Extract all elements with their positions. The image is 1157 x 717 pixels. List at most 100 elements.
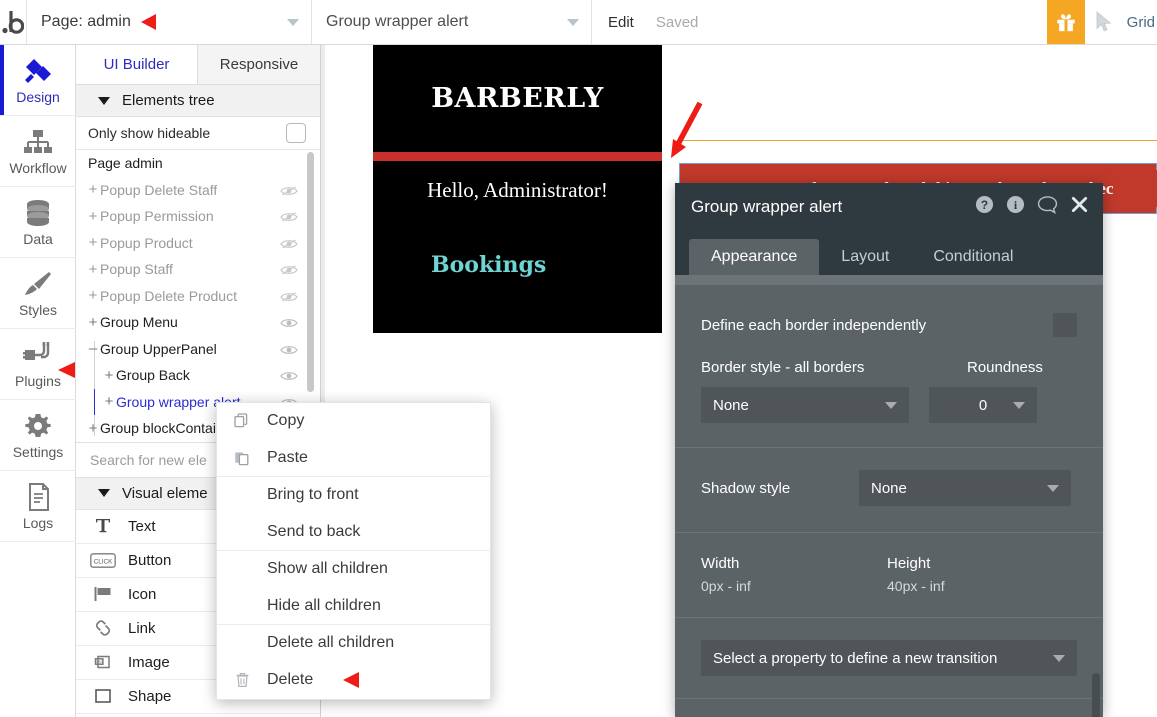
tab-responsive[interactable]: Responsive (198, 45, 320, 84)
collapse-icon[interactable]: – (86, 341, 100, 356)
expand-icon[interactable]: + (86, 235, 100, 250)
elements-tree: Page admin +Popup Delete Staff+Popup Perm… (76, 150, 320, 442)
define-each-border-checkbox[interactable] (1053, 313, 1077, 337)
tab-layout[interactable]: Layout (819, 239, 911, 275)
cursor-arrow-icon[interactable] (1085, 0, 1123, 44)
tree-node[interactable]: +Popup Product (76, 230, 320, 257)
bubble-logo-icon[interactable] (0, 0, 27, 44)
sidebar-item-data[interactable]: Data (0, 187, 76, 258)
tree-node[interactable]: +Group Back (76, 362, 320, 389)
sidebar-item-styles[interactable]: Styles (0, 258, 76, 329)
eye-slash-icon[interactable] (280, 290, 298, 306)
comment-icon[interactable] (1037, 195, 1058, 219)
top-bar: Page: admin Group wrapper alert Edit Sav… (0, 0, 1157, 45)
visual-element-label: Link (128, 620, 156, 637)
chevron-down-icon (287, 19, 299, 26)
sidebar-item-logs[interactable]: Logs (0, 471, 76, 542)
sidebar-item-workflow[interactable]: Workflow (0, 116, 76, 187)
shadow-style-label: Shadow style (701, 480, 831, 497)
expand-icon[interactable]: + (86, 182, 100, 197)
context-menu-item[interactable]: Hide all children (217, 588, 490, 625)
edit-button[interactable]: Edit (608, 14, 634, 31)
visual-element-label: Text (128, 518, 156, 535)
link-chain-icon (90, 619, 116, 637)
tab-conditional[interactable]: Conditional (911, 239, 1035, 275)
expand-icon[interactable]: + (102, 394, 116, 409)
tree-node[interactable]: Page admin (76, 150, 320, 177)
tree-node[interactable]: +Popup Delete Product (76, 283, 320, 310)
eye-slash-icon[interactable] (280, 237, 298, 253)
eye-icon[interactable] (280, 316, 298, 332)
design-icon (22, 56, 54, 86)
elements-tree-title: Elements tree (122, 92, 215, 109)
gift-glyph (1055, 11, 1077, 33)
saved-status: Saved (656, 14, 699, 31)
tree-node[interactable]: +Popup Permission (76, 203, 320, 230)
tab-appearance[interactable]: Appearance (689, 239, 819, 275)
close-icon[interactable] (1070, 195, 1089, 219)
tree-node-label: Popup Product (100, 235, 193, 251)
context-menu-item[interactable]: Delete all children (217, 625, 490, 662)
sidebar-item-settings[interactable]: Settings (0, 400, 76, 471)
tree-node[interactable]: +Group Menu (76, 309, 320, 336)
transition-property-dropdown[interactable]: Select a property to define a new transi… (701, 640, 1077, 676)
info-circle-icon[interactable]: i (1006, 195, 1025, 219)
page-selector[interactable]: Page: admin (27, 0, 312, 44)
visual-element-label: Icon (128, 586, 156, 603)
expand-icon[interactable]: + (86, 209, 100, 224)
gift-icon[interactable] (1047, 0, 1085, 44)
eye-slash-icon[interactable] (280, 184, 298, 200)
eye-icon[interactable] (280, 369, 298, 385)
context-menu-item[interactable]: Show all children (217, 551, 490, 588)
svg-text:?: ? (981, 198, 988, 212)
eye-slash-icon[interactable] (280, 210, 298, 226)
element-selector[interactable]: Group wrapper alert (312, 0, 592, 44)
visual-elements-title: Visual eleme (122, 485, 208, 502)
tab-ui-builder[interactable]: UI Builder (76, 45, 198, 84)
bookings-link[interactable]: Bookings (431, 252, 546, 278)
sidebar-item-plugins[interactable]: Plugins (0, 329, 76, 400)
context-menu-item[interactable]: Copy (217, 403, 490, 440)
property-editor-scrollbar[interactable] (1092, 673, 1100, 717)
edit-status-group: Edit Saved (592, 0, 712, 44)
property-editor-header: Group wrapper alert ? i (675, 183, 1103, 231)
transition-row: Select a property to define a new transi… (701, 618, 1077, 676)
tree-node-label: Page admin (88, 155, 163, 171)
border-style-dropdown[interactable]: None (701, 387, 909, 423)
tree-node[interactable]: +Popup Staff (76, 256, 320, 283)
context-menu-item[interactable]: Paste (217, 440, 490, 477)
chevron-down-icon (885, 402, 897, 409)
shadow-style-dropdown[interactable]: None (859, 470, 1071, 506)
context-menu-item[interactable]: Send to back (217, 514, 490, 551)
sidebar-item-design[interactable]: Design (0, 45, 76, 116)
expand-icon[interactable]: + (86, 315, 100, 330)
text-T-icon (90, 517, 116, 535)
only-show-hideable-checkbox[interactable] (286, 123, 306, 143)
expand-icon[interactable]: + (86, 262, 100, 277)
context-menu-item-label: Paste (267, 449, 308, 467)
elements-tree-header[interactable]: Elements tree (76, 85, 320, 117)
tree-node[interactable]: –Group UpperPanel (76, 336, 320, 363)
eye-slash-icon[interactable] (280, 263, 298, 279)
tab-label: Responsive (220, 56, 298, 73)
roundness-dropdown[interactable]: 0 (929, 387, 1037, 423)
sidebar-item-label: Workflow (9, 160, 66, 176)
annotation-arrow-canvas (664, 100, 710, 160)
only-show-hideable-row: Only show hideable (76, 117, 320, 150)
tree-node[interactable]: +Popup Delete Staff (76, 177, 320, 204)
expand-icon[interactable]: + (86, 421, 100, 436)
annotation-arrow-plugins (58, 362, 75, 378)
sidebar-item-label: Data (23, 231, 53, 247)
expand-icon[interactable]: + (86, 288, 100, 303)
tab-label: Conditional (933, 248, 1013, 266)
bubble-editor-window: Page: admin Group wrapper alert Edit Sav… (0, 0, 1157, 717)
grid-toggle[interactable]: Grid (1123, 0, 1157, 44)
context-menu-item[interactable]: Bring to front (217, 477, 490, 514)
help-circle-icon[interactable]: ? (975, 195, 994, 219)
tree-node-label: Popup Staff (100, 261, 173, 277)
eye-icon[interactable] (280, 343, 298, 359)
expand-icon[interactable]: + (102, 368, 116, 383)
context-menu-item-label: Hide all children (267, 597, 381, 615)
button-click-icon: CLICK (90, 553, 116, 568)
context-menu-item[interactable]: Delete (217, 662, 490, 699)
